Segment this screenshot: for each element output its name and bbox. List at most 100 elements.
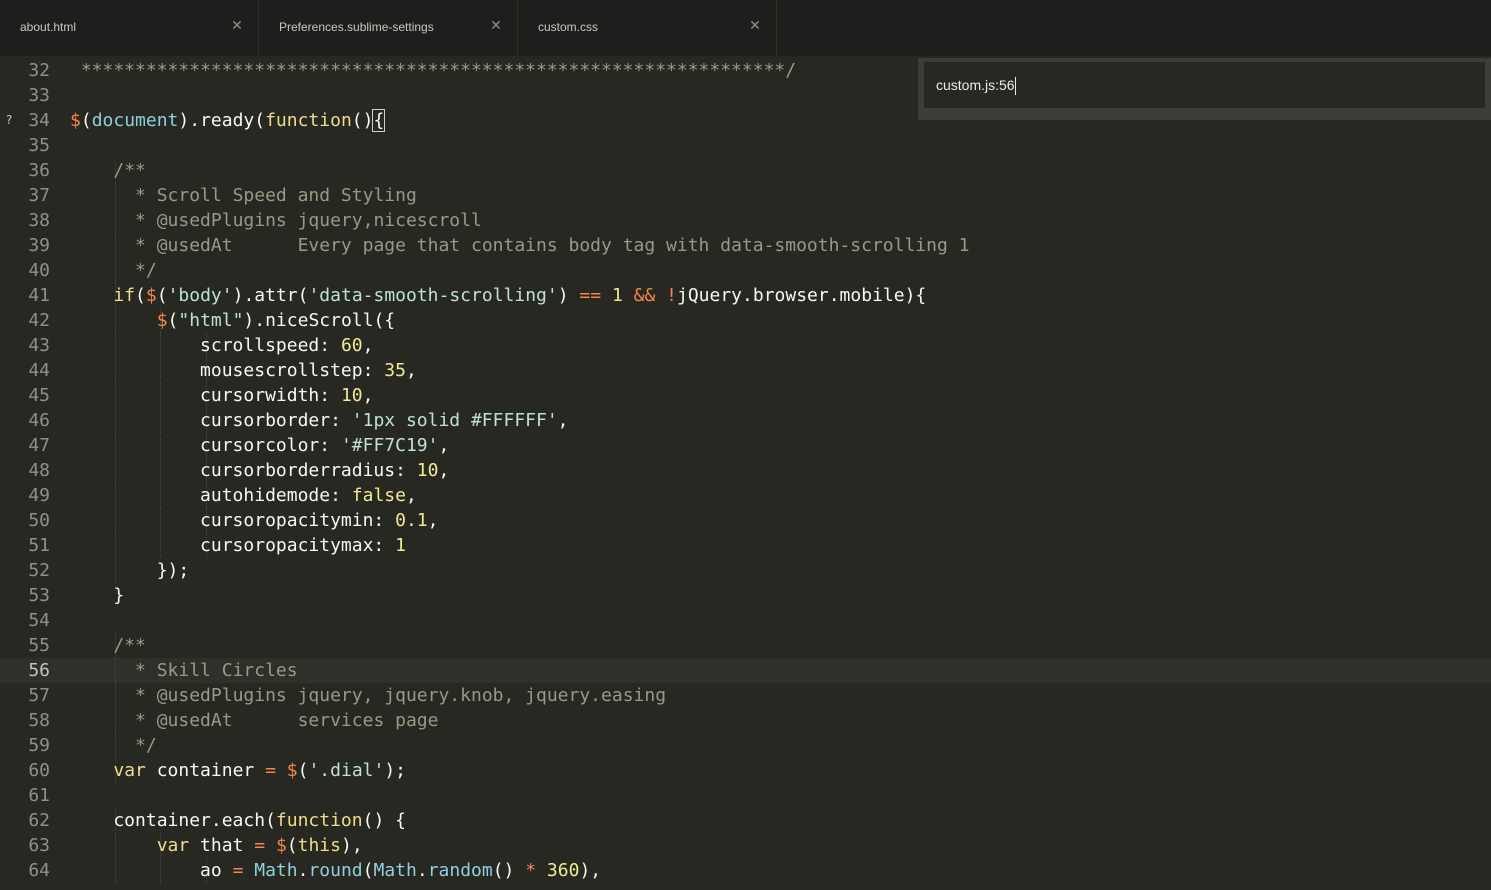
code-token: ), [340,835,363,856]
tab-custom-css[interactable]: custom.css ✕ [518,0,777,56]
code-token: * @usedPlugins jquery,nicescroll [113,210,482,231]
line-number: 32 [28,60,50,81]
code-line[interactable]: 62 container.each(function() { [0,808,1491,833]
code-text: cursoropacitymax: 1 [70,533,406,558]
code-line[interactable]: 35 [0,133,1491,158]
code-token: , [557,410,569,431]
code-line[interactable]: 59 */ [0,733,1491,758]
code-line[interactable]: 36 /** [0,158,1491,183]
code-line[interactable]: 61 [0,783,1491,808]
close-icon[interactable]: ✕ [748,18,762,34]
code-token: cursorwidth: [70,385,341,406]
code-token: cursoropacitymax: [70,535,396,556]
code-text: * @usedPlugins jquery, jquery.knob, jque… [70,683,666,708]
code-token: = [232,860,244,881]
code-token: container.each( [70,810,276,831]
code-text: autohidemode: false, [70,483,417,508]
code-token: } [70,585,125,606]
code-token: $ [70,110,81,131]
tab-about-html[interactable]: about.html ✕ [0,0,259,56]
code-token: () [351,110,374,131]
line-number: 62 [28,810,50,831]
code-line[interactable]: 43 scrollspeed: 60, [0,333,1491,358]
code-line[interactable]: 56 * Skill Circles [0,658,1491,683]
code-text: ****************************************… [70,58,796,83]
code-token: ! [666,285,677,306]
code-token: cursorcolor: [70,435,341,456]
code-line[interactable]: 44 mousescrollstep: 35, [0,358,1491,383]
code-text: $("html").niceScroll({ [70,308,395,333]
goto-input[interactable]: custom.js:56 [924,62,1485,108]
code-text: cursorborder: '1px solid #FFFFFF', [70,408,569,433]
code-token: scrollspeed: [70,335,341,356]
code-token: 1 [611,285,623,306]
code-token: }); [70,560,190,581]
code-line[interactable]: 45 cursorwidth: 10, [0,383,1491,408]
code-text: if($('body').attr('data-smooth-scrolling… [70,283,926,308]
line-number: 56 [28,660,50,681]
code-line[interactable]: 40 */ [0,258,1491,283]
code-token: ( [167,310,179,331]
code-token: 35 [384,360,406,381]
code-token: , [438,460,450,481]
code-text: * @usedAt services page [70,708,438,733]
code-line[interactable]: 41 if($('body').attr('data-smooth-scroll… [0,283,1491,308]
code-text: */ [70,258,157,283]
line-number: 53 [28,585,50,606]
code-line[interactable]: 60 var container = $('.dial'); [0,758,1491,783]
line-number: 44 [28,360,50,381]
line-number: 41 [28,285,50,306]
code-line[interactable]: 39 * @usedAt Every page that contains bo… [0,233,1491,258]
close-icon[interactable]: ✕ [230,18,244,34]
code-line[interactable]: 37 * Scroll Speed and Styling [0,183,1491,208]
code-token: ( [362,860,374,881]
line-number: 39 [28,235,50,256]
code-token: () { [362,810,406,831]
gutter-marker-icon[interactable]: ? [4,108,14,133]
code-text: /** [70,158,146,183]
code-line[interactable]: 51 cursoropacitymax: 1 [0,533,1491,558]
code-line[interactable]: 50 cursoropacitymin: 0.1, [0,508,1491,533]
code-token: { [372,109,386,132]
code-line[interactable]: 54 [0,608,1491,633]
code-line[interactable]: 46 cursorborder: '1px solid #FFFFFF', [0,408,1491,433]
code-line[interactable]: 47 cursorcolor: '#FF7C19', [0,433,1491,458]
close-icon[interactable]: ✕ [489,18,503,34]
code-text: var container = $('.dial'); [70,758,406,783]
code-token: Math [254,860,298,881]
code-line[interactable]: 42 $("html").niceScroll({ [0,308,1491,333]
code-line[interactable]: 58 * @usedAt services page [0,708,1491,733]
code-line[interactable]: 63 var that = $(this), [0,833,1491,858]
code-line[interactable]: 38 * @usedPlugins jquery,nicescroll [0,208,1491,233]
code-text: scrollspeed: 60, [70,333,373,358]
tab-label: custom.css [538,20,599,34]
code-line[interactable]: 57 * @usedPlugins jquery, jquery.knob, j… [0,683,1491,708]
code-line[interactable]: 49 autohidemode: false, [0,483,1491,508]
code-line[interactable]: 64 ao = Math.round(Math.random() * 360), [0,858,1491,883]
code-token: ).niceScroll({ [243,310,396,331]
line-number: 40 [28,260,50,281]
goto-input-value: custom.js:56 [936,77,1015,93]
code-line[interactable]: 52 }); [0,558,1491,583]
code-token: ), [579,860,602,881]
code-token: ( [80,110,92,131]
tab-preferences-settings[interactable]: Preferences.sublime-settings ✕ [259,0,518,56]
code-line[interactable]: 53 } [0,583,1491,608]
code-token: ); [384,760,407,781]
code-token: /** [113,160,146,181]
code-text: } [70,583,124,608]
code-line[interactable]: 55 /** [0,633,1491,658]
code-line[interactable]: 48 cursorborderradius: 10, [0,458,1491,483]
code-editor[interactable]: 32 *************************************… [0,58,1491,890]
line-number: 58 [28,710,50,731]
code-text: * Scroll Speed and Styling [70,183,417,208]
code-token: $ [286,760,298,781]
line-number: 57 [28,685,50,706]
